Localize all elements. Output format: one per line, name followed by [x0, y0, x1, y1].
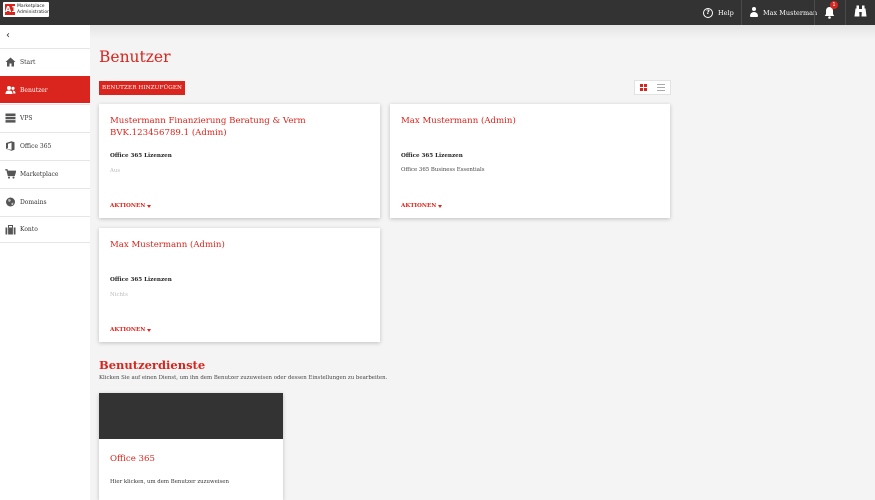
- sidebar-item-label: VPS: [20, 114, 33, 122]
- divider: [741, 0, 742, 25]
- services-description: Klicken Sie auf einen Dienst, um ihn dem…: [99, 375, 388, 381]
- sidebar-item-vps[interactable]: VPS: [0, 104, 90, 131]
- office-icon: [4, 141, 16, 151]
- user-card[interactable]: Max Mustermann (Admin) Office 365 Lizenz…: [99, 228, 380, 342]
- license-value: Office 365 Business Essentials: [401, 167, 485, 173]
- top-bar: A1 Marketplace Administration ? Help Max…: [0, 0, 875, 25]
- sidebar: ‹ Start Benutzer VPS Office 365 Marketpl…: [0, 25, 90, 500]
- user-icon: [749, 7, 759, 18]
- globe-icon: [4, 197, 16, 207]
- topbar-shadow: [0, 25, 875, 39]
- sidebar-item-domains[interactable]: Domains: [0, 188, 90, 215]
- service-card-office-365[interactable]: Office 365 Hier klicken, um dem Benutzer…: [99, 393, 283, 500]
- logo-line2: Administration: [17, 9, 50, 15]
- actions-dropdown[interactable]: AKTIONEN: [110, 203, 152, 209]
- page-title: Benutzer: [99, 48, 171, 66]
- caret-down-icon: [147, 328, 152, 332]
- logo-text: Marketplace Administration: [17, 4, 50, 15]
- add-user-button[interactable]: BENUTZER HINZUFÜGEN: [99, 81, 185, 95]
- binoculars-icon[interactable]: [854, 5, 867, 17]
- user-menu[interactable]: Max Musterman: [749, 0, 817, 25]
- user-card-title[interactable]: Mustermann Finanzierung Beratung & Verm …: [110, 116, 360, 139]
- sidebar-item-marketplace[interactable]: Marketplace: [0, 160, 90, 187]
- server-icon: [4, 113, 16, 123]
- list-view-button[interactable]: [653, 81, 671, 94]
- logo-line1: Marketplace: [17, 4, 45, 9]
- home-icon: [4, 57, 16, 67]
- actions-dropdown[interactable]: AKTIONEN: [110, 327, 152, 333]
- service-card-description: Hier klicken, um dem Benutzer zuzuweisen: [110, 479, 229, 485]
- service-card-header: [99, 393, 283, 439]
- actions-label: AKTIONEN: [110, 203, 146, 209]
- divider: [845, 0, 846, 25]
- services-title: Benutzerdienste: [99, 358, 206, 372]
- collapse-sidebar-icon[interactable]: ‹: [6, 30, 10, 41]
- divider: [814, 0, 815, 25]
- actions-dropdown[interactable]: AKTIONEN: [401, 203, 443, 209]
- sidebar-item-benutzer[interactable]: Benutzer: [0, 76, 90, 103]
- help-label: Help: [718, 8, 734, 17]
- actions-label: AKTIONEN: [110, 327, 146, 333]
- sidebar-item-label: Start: [20, 58, 36, 66]
- caret-down-icon: [438, 204, 443, 208]
- sidebar-item-label: Domains: [20, 198, 47, 206]
- sidebar-item-label: Office 365: [20, 142, 52, 150]
- logo-mark: A1: [5, 4, 17, 15]
- sidebar-item-office-365[interactable]: Office 365: [0, 132, 90, 159]
- grid-icon: [640, 84, 648, 91]
- service-card-title: Office 365: [110, 454, 155, 464]
- help-icon: ?: [703, 7, 713, 18]
- sidebar-item-label: Benutzer: [20, 86, 48, 94]
- view-toggle: [634, 80, 671, 95]
- users-icon: [4, 85, 16, 95]
- license-label: Office 365 Lizenzen: [110, 153, 172, 159]
- help-link[interactable]: ? Help: [703, 0, 734, 25]
- user-card-title[interactable]: Max Mustermann (Admin): [401, 116, 651, 128]
- sidebar-item-label: Konto: [20, 226, 38, 233]
- briefcase-icon: [4, 224, 16, 235]
- user-card[interactable]: Mustermann Finanzierung Beratung & Verm …: [99, 104, 380, 218]
- license-label: Office 365 Lizenzen: [110, 277, 172, 283]
- caret-down-icon: [147, 204, 152, 208]
- user-card-title[interactable]: Max Mustermann (Admin): [110, 240, 360, 252]
- app-logo[interactable]: A1 Marketplace Administration: [3, 2, 50, 17]
- actions-label: AKTIONEN: [401, 203, 437, 209]
- sidebar-item-konto[interactable]: Konto: [0, 216, 90, 243]
- cart-icon: [4, 169, 16, 179]
- user-name: Max Musterman: [763, 8, 818, 17]
- sidebar-item-label: Marketplace: [20, 170, 59, 178]
- notification-badge: 1: [830, 1, 838, 9]
- license-value: Aus: [110, 168, 121, 174]
- user-card[interactable]: Max Mustermann (Admin) Office 365 Lizenz…: [390, 104, 670, 218]
- license-label: Office 365 Lizenzen: [401, 153, 463, 159]
- license-value: Nichts: [110, 292, 128, 298]
- grid-view-button[interactable]: [635, 81, 653, 94]
- list-icon: [657, 84, 666, 91]
- sidebar-item-start[interactable]: Start: [0, 48, 90, 75]
